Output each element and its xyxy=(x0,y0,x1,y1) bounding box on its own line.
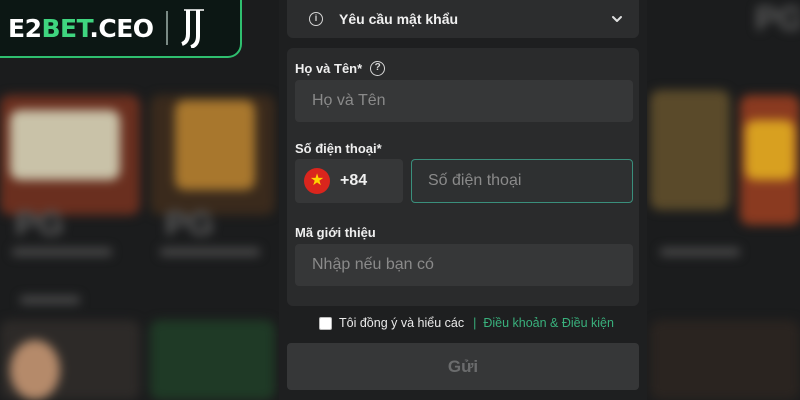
game-tile xyxy=(650,320,800,400)
bg-caption xyxy=(660,248,740,256)
bg-caption xyxy=(160,248,260,256)
brand-logo[interactable]: E2BET.CEO xyxy=(0,0,242,58)
bg-caption xyxy=(12,248,112,256)
agree-text: Tôi đồng ý và hiểu các xyxy=(339,316,465,330)
brand-name-suffix: .CEO xyxy=(89,13,154,43)
vietnam-flag-icon: ★ xyxy=(304,168,330,194)
referral-label: Mã giới thiệu xyxy=(295,225,376,240)
registration-form: Họ và Tên* ? Số điện thoại* ★ +84 Mã giớ… xyxy=(287,48,639,306)
full-name-label: Họ và Tên* ? xyxy=(295,61,386,76)
country-code-select[interactable]: ★ +84 xyxy=(295,159,403,203)
full-name-label-text: Họ và Tên* xyxy=(295,61,363,76)
juventus-emblem-icon xyxy=(180,9,204,48)
info-icon: i xyxy=(309,12,323,26)
game-tile xyxy=(150,320,275,400)
phone-label-text: Số điện thoại* xyxy=(295,141,382,156)
terms-separator: | xyxy=(473,316,477,330)
bg-caption xyxy=(20,296,80,304)
bg-logo: PG xyxy=(165,205,215,243)
phone-input[interactable] xyxy=(411,159,633,203)
game-tile xyxy=(650,90,730,210)
game-tile-art xyxy=(10,340,60,400)
game-tile-art xyxy=(10,110,120,180)
bg-logo: PG xyxy=(755,0,800,38)
game-tile-art xyxy=(745,120,795,180)
brand-name-part: E2 xyxy=(8,13,42,43)
password-request-dropdown[interactable]: i Yêu cầu mật khẩu xyxy=(287,0,639,38)
logo-divider xyxy=(165,11,168,45)
password-request-label: Yêu cầu mật khẩu xyxy=(339,11,459,27)
help-icon[interactable]: ? xyxy=(370,61,386,76)
brand-name: E2BET.CEO xyxy=(8,14,154,43)
full-name-input[interactable] xyxy=(295,80,633,122)
brand-name-accent: BET xyxy=(41,13,90,43)
phone-label: Số điện thoại* xyxy=(295,141,382,156)
chevron-down-icon xyxy=(612,16,622,22)
terms-agreement: Tôi đồng ý và hiểu các | Điều khoản & Đi… xyxy=(319,316,614,330)
agree-checkbox[interactable] xyxy=(319,316,332,330)
registration-modal: i Yêu cầu mật khẩu Họ và Tên* ? Số điện … xyxy=(279,0,647,400)
bg-logo: PG xyxy=(15,205,65,243)
dial-code: +84 xyxy=(340,172,368,189)
referral-code-input[interactable] xyxy=(295,244,633,286)
submit-button[interactable]: Gửi xyxy=(287,343,639,390)
game-tile-art xyxy=(175,100,255,190)
referral-label-text: Mã giới thiệu xyxy=(295,225,376,240)
terms-link[interactable]: Điều khoản & Điều kiện xyxy=(483,316,614,330)
